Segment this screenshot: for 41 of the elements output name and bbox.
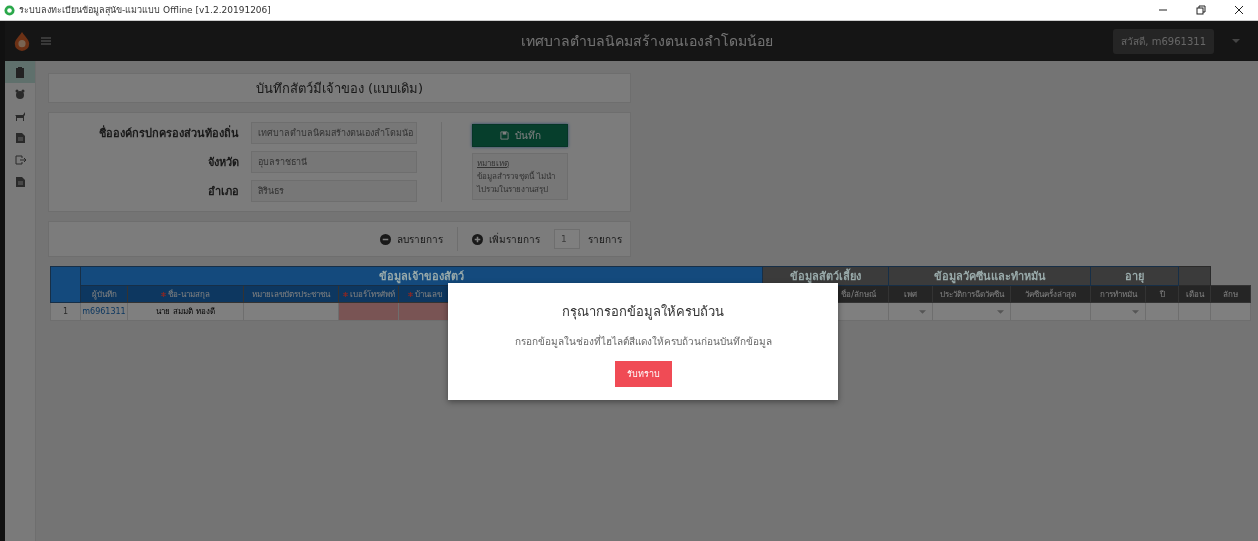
input-field[interactable]: สิรินธร (251, 180, 417, 202)
app-icon (4, 4, 15, 16)
input-field[interactable]: อุบลราชธานี (251, 151, 417, 173)
save-icon (499, 131, 509, 140)
caret-icon[interactable] (1232, 39, 1240, 43)
plus-icon (472, 233, 483, 245)
note-heading: หมายเหตุ (477, 158, 510, 170)
add-button[interactable]: เพิ่มรายการ (466, 230, 546, 248)
app-title: เทศบาลตำบลนิคมสร้างตนเองลำโดมน้อย (520, 32, 775, 51)
field-label: ชื่อองค์กรปกครองส่วนท้องถิ่น (98, 124, 239, 142)
minus-icon (380, 233, 391, 245)
close-icon[interactable] (1234, 5, 1244, 15)
page-title: บันทึกสัตว์มีเจ้าของ (แบบเดิม) (48, 73, 631, 103)
logo-icon (13, 31, 31, 51)
group-header: อายุ (1090, 266, 1179, 286)
required-icon (342, 291, 348, 297)
save-button[interactable]: บันทึก (472, 124, 568, 147)
count-field[interactable]: 1 (554, 229, 580, 249)
group-header: ข้อมูลสัตว์เลี้ยง (762, 266, 889, 286)
caret-icon (919, 310, 926, 314)
group-header: ข้อมูลเจ้าของสัตว์ (80, 266, 763, 286)
field-label: จังหวัด (207, 155, 239, 171)
window-title: ระบบลงทะเบียนข้อมูลสุนัข-แมวแบบ Offline [v1.2.20191206] (19, 4, 271, 17)
acknowledge-button[interactable]: รับทราบ (614, 361, 672, 387)
caret-icon (997, 310, 1004, 314)
field-label: อำเภอ (207, 184, 239, 200)
note-text: ข้อมูลสำรวจชุดนี้ ไม่นำไปรวมในรายงานสรุป (477, 170, 556, 196)
header-cell (50, 266, 81, 303)
dialog-title: กรุณากรอกข้อมูลให้ครบถ้วน (562, 303, 724, 322)
remove-button[interactable]: ลบรายการ (374, 230, 449, 248)
required-icon (407, 291, 413, 297)
caret-icon (1132, 310, 1139, 314)
input-field[interactable]: เทศบาลตำบลนิคมสร้างตนเองลำโดมน้อ (251, 122, 417, 144)
required-icon (161, 291, 167, 297)
group-header: ข้อมูลวัคซีนและทำหมัน (888, 266, 1091, 286)
unit-label: รายการ (588, 232, 622, 247)
clipboard-icon[interactable] (5, 61, 35, 83)
user-button[interactable]: สวัสดี, m6961311 (1113, 28, 1214, 54)
column-header: ลักษ (1210, 285, 1251, 303)
restore-icon[interactable] (1196, 5, 1206, 15)
dialog-message: กรอกข้อมูลในช่องที่ไฮไลต์สีแดงให้ครบถ้วนก่อนบันทึกข้อมูล (514, 334, 772, 349)
